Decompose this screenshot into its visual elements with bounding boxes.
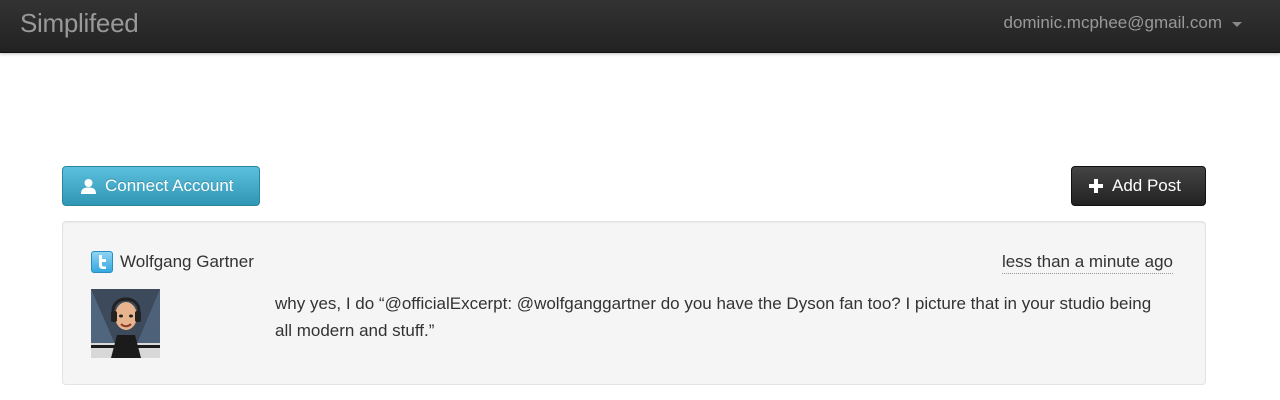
post-card: Wolfgang Gartner less than a minute ago … <box>62 221 1206 385</box>
post-text: why yes, I do “@officialExcerpt: @wolfga… <box>275 294 1152 340</box>
connect-account-label: Connect Account <box>105 176 234 195</box>
avatar <box>91 289 160 358</box>
post-timestamp[interactable]: less than a minute ago <box>1001 252 1173 274</box>
top-navbar: Simplifeed dominic.mcphee@gmail.com <box>0 0 1280 53</box>
user-icon <box>81 178 96 194</box>
post-author: Wolfgang Gartner <box>120 252 254 271</box>
add-post-button[interactable]: Add Post <box>1071 166 1206 206</box>
add-post-label: Add Post <box>1112 176 1181 195</box>
twitter-icon <box>91 251 113 273</box>
connect-account-button[interactable]: Connect Account <box>62 166 260 206</box>
chevron-down-icon <box>1232 21 1242 27</box>
user-menu-dropdown[interactable]: dominic.mcphee@gmail.com <box>1003 13 1242 33</box>
plus-icon <box>1089 179 1103 193</box>
user-email: dominic.mcphee@gmail.com <box>1003 13 1222 32</box>
brand-logo[interactable]: Simplifeed <box>20 8 139 39</box>
